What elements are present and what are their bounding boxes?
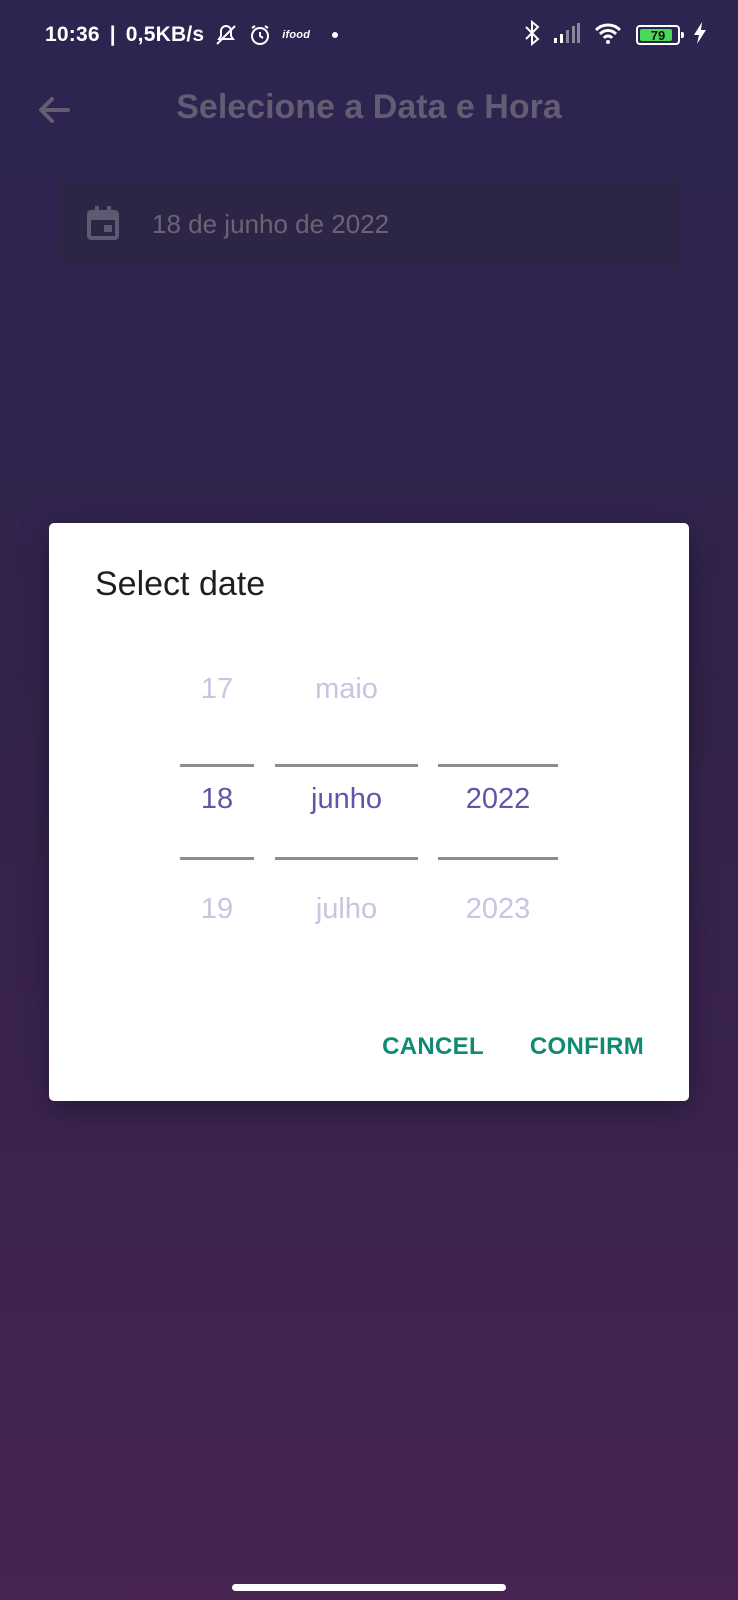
month-divider-bottom: [275, 857, 418, 860]
notification-dot: [332, 32, 339, 38]
dialog-actions: CANCEL CONFIRM: [382, 1033, 644, 1061]
year-next[interactable]: 2023: [438, 893, 558, 926]
dialog-title: Select date: [95, 565, 266, 603]
status-left: 10:36 | 0,5KB/s ifood: [45, 20, 339, 50]
month-selected[interactable]: junho: [275, 783, 418, 816]
day-selected[interactable]: 18: [180, 783, 254, 816]
day-prev[interactable]: 17: [180, 673, 254, 706]
day-next[interactable]: 19: [180, 893, 254, 926]
bell-off-icon: [214, 23, 238, 47]
cancel-button[interactable]: CANCEL: [382, 1033, 484, 1061]
charging-icon: [694, 21, 706, 49]
status-right: 79: [524, 19, 706, 51]
bluetooth-icon: [524, 19, 540, 51]
battery-icon: 79: [636, 25, 684, 45]
day-divider-top: [180, 764, 254, 767]
month-prev[interactable]: maio: [275, 673, 418, 706]
page-title: Selecione a Data e Hora: [176, 88, 562, 126]
month-next[interactable]: julho: [275, 893, 418, 926]
date-picker-dialog: Select date 17 18 19 maio junho julho 20…: [49, 523, 689, 1101]
status-bar: 10:36 | 0,5KB/s ifood 79: [0, 0, 738, 70]
date-field-value: 18 de junho de 2022: [152, 209, 390, 239]
year-divider-top: [438, 764, 558, 767]
status-time: 10:36: [45, 23, 100, 46]
calendar-icon: [87, 206, 119, 245]
alarm-icon: [248, 23, 272, 47]
month-divider-top: [275, 764, 418, 767]
app-bar: Selecione a Data e Hora: [0, 70, 738, 150]
status-speed: 0,5KB/s: [125, 23, 205, 46]
date-field[interactable]: 18 de junho de 2022: [57, 180, 681, 266]
day-divider-bottom: [180, 857, 254, 860]
ifood-icon: ifood: [282, 29, 311, 41]
year-divider-bottom: [438, 857, 558, 860]
wifi-icon: [594, 22, 622, 49]
year-selected[interactable]: 2022: [438, 783, 558, 816]
home-indicator[interactable]: [232, 1584, 506, 1591]
signal-icon: [554, 22, 580, 48]
confirm-button[interactable]: CONFIRM: [530, 1033, 644, 1061]
status-separator: |: [109, 23, 116, 46]
battery-percent: 79: [650, 27, 666, 43]
